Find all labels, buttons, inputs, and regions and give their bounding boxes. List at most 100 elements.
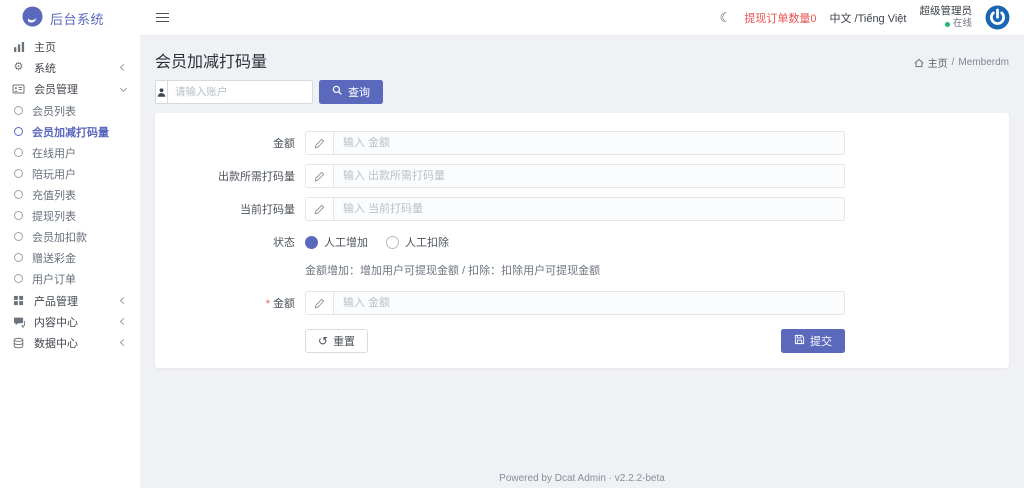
main-area: ☾ 提现订单数量0 中文 /Tiếng Việt 超级管理员 在线 会员加减打码… [140,0,1024,488]
chevron-left-icon [119,338,128,347]
gear-icon: ⚙ [13,61,24,73]
radio-unselected-icon [386,235,399,249]
breadcrumb-home-link[interactable]: 主页 [928,55,948,70]
field-label: 出款所需打码量 [218,171,295,183]
sidebar-item-label: 数据中心 [34,337,78,350]
form-card: 金额 出款所需打码量 [155,113,1009,368]
sidebar-subitem-label: 充值列表 [32,189,76,202]
dark-mode-icon[interactable]: ☾ [720,11,732,24]
sidebar-subitem-label: 会员加减打码量 [32,126,109,139]
form-row-status: 状态 人工增加 人工扣除 [155,230,1009,254]
brand-logo-icon [22,6,43,30]
radio-manual-deduct[interactable]: 人工扣除 [386,234,449,250]
sidebar-item-home[interactable]: 主页 [0,36,140,57]
sidebar-item-gift-bonus[interactable]: 赠送彩金 [0,247,140,268]
sidebar-item-user-orders[interactable]: 用户订单 [0,268,140,289]
sidebar-subitem-label: 会员加扣款 [32,231,87,244]
brand[interactable]: 后台系统 [0,0,140,36]
language-switcher[interactable]: 中文 /Tiếng Việt [829,10,906,26]
radio-selected-icon [305,235,318,249]
sidebar-item-member-adjust-funds[interactable]: 会员加扣款 [0,226,140,247]
sidebar-item-companion-users[interactable]: 陪玩用户 [0,163,140,184]
sidebar-item-label: 主页 [34,41,56,54]
circle-icon [14,127,23,136]
sidebar-item-label: 产品管理 [34,295,78,308]
save-icon [794,334,805,348]
circle-icon [14,211,23,220]
status-help-text: 金额增加：增加用户可提现金额 / 扣除：扣除用户可提现金额 [305,265,601,277]
database-icon [12,337,25,349]
submit-button[interactable]: 提交 [781,329,845,353]
footer: Powered by Dcat Admin · v2.2.2-beta [140,473,1024,484]
home-icon [914,58,924,68]
field-label: 状态 [273,237,295,249]
brand-name: 后台系统 [50,11,105,27]
sidebar-nav: 主页 ⚙ 系统 会员管理 会员列表 会员加减打码量 在线用户 陪玩用户 充值列表… [0,36,140,353]
account-search-input[interactable] [168,81,312,103]
app-root: 后台系统 主页 ⚙ 系统 会员管理 会员列表 会员加减打码量 在线用户 陪玩用户… [0,0,1024,488]
status-radio-group: 人工增加 人工扣除 [305,230,449,254]
form-row-current-dml: 当前打码量 [155,197,1009,221]
chevron-left-icon [119,317,128,326]
menu-toggle-icon[interactable] [154,9,171,27]
withdraw-orders-badge[interactable]: 提现订单数量0 [744,10,816,26]
sidebar-item-content-center[interactable]: 内容中心 [0,311,140,332]
account-search-group [155,80,313,104]
navbar-right: ☾ 提现订单数量0 中文 /Tiếng Việt 超级管理员 在线 [720,5,1010,30]
radio-label: 人工扣除 [405,237,449,249]
breadcrumb-current: Memberdm [958,57,1009,68]
sidebar-item-data-center[interactable]: 数据中心 [0,332,140,353]
field-label: * 金额 [265,298,295,310]
form-actions: ↺ 重置 提交 [155,329,1009,353]
breadcrumb: 主页 / Memberdm [914,55,1009,72]
required-amount-input[interactable] [334,292,844,314]
chevron-left-icon [119,63,128,72]
sidebar-item-member-management[interactable]: 会员管理 [0,78,140,99]
radio-label: 人工增加 [324,237,368,249]
page-title: 会员加减打码量 [155,54,268,71]
sidebar-subitem-label: 用户订单 [32,273,76,286]
chevron-left-icon [119,296,128,305]
sidebar-item-system[interactable]: ⚙ 系统 [0,57,140,78]
sidebar-item-product-management[interactable]: 产品管理 [0,290,140,311]
field-label: 当前打码量 [240,204,295,216]
sidebar-item-online-users[interactable]: 在线用户 [0,142,140,163]
reset-icon: ↺ [318,334,329,348]
sidebar-subitem-label: 赠送彩金 [32,252,76,265]
user-menu[interactable]: 超级管理员 在线 [920,5,973,30]
avatar[interactable] [985,5,1010,30]
circle-icon [14,274,23,283]
required-mark: * [265,298,270,310]
payout-required-dml-input[interactable] [334,165,844,187]
user-icon [156,81,168,103]
pencil-icon [306,132,334,154]
online-dot-icon [944,21,950,27]
reset-button-label: 重置 [333,336,356,348]
sidebar-item-member-dml[interactable]: 会员加减打码量 [0,121,140,142]
grid-icon [12,295,25,306]
sidebar-item-member-list[interactable]: 会员列表 [0,100,140,121]
radio-manual-increase[interactable]: 人工增加 [305,234,368,250]
chat-icon [12,316,25,328]
circle-icon [14,106,23,115]
form-row-help: 金额增加：增加用户可提现金额 / 扣除：扣除用户可提现金额 [155,262,1009,278]
bar-chart-icon [12,41,25,53]
amount-input[interactable] [334,132,844,154]
breadcrumb-separator: / [951,57,955,68]
pencil-icon [306,165,334,187]
input-group [305,197,845,221]
reset-button[interactable]: ↺ 重置 [305,329,369,353]
sidebar-item-withdraw-list[interactable]: 提现列表 [0,205,140,226]
online-status-label: 在线 [952,18,972,30]
circle-icon [14,169,23,178]
sidebar-subitem-label: 会员列表 [32,105,76,118]
page-head: 会员加减打码量 主页 / Memberdm [155,46,1009,80]
footer-text: Powered by Dcat Admin · v2.2.2-beta [499,473,665,484]
pencil-icon [306,198,334,220]
sidebar: 后台系统 主页 ⚙ 系统 会员管理 会员列表 会员加减打码量 在线用户 陪玩用户… [0,0,140,488]
online-status: 在线 [920,18,972,30]
search-button[interactable]: 查询 [319,80,383,104]
current-dml-input[interactable] [334,198,844,220]
sidebar-item-recharge-list[interactable]: 充值列表 [0,184,140,205]
input-group [305,131,845,155]
